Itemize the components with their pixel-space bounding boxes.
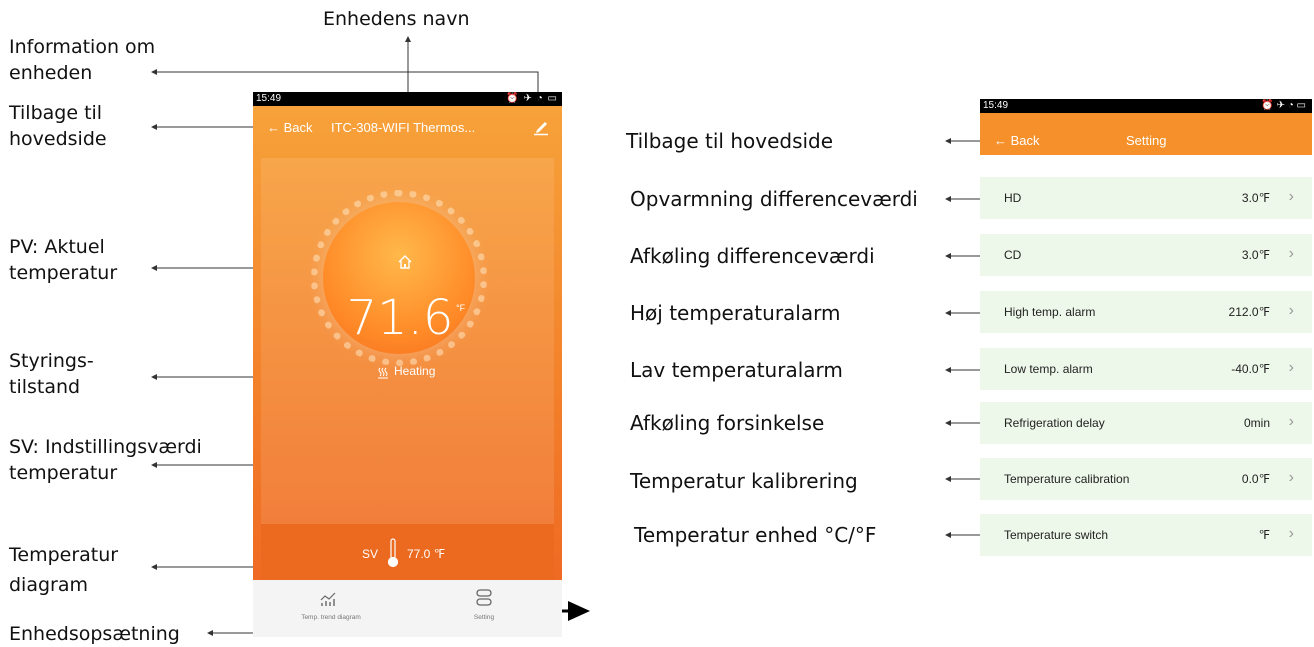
settings-title: Setting <box>1126 133 1167 148</box>
setting-row-refrigeration-delay[interactable]: Refrigeration delay 0min › <box>980 402 1312 444</box>
chevron-right-icon: › <box>1288 525 1294 542</box>
control-mode-label: Heating <box>394 364 436 378</box>
callout-unit: Temperatur enhed °C/°F <box>634 523 877 547</box>
back-button[interactable]: ← Back <box>267 120 313 135</box>
home-icon <box>398 255 412 269</box>
setting-row-cd[interactable]: CD 3.0℉ › <box>980 234 1312 276</box>
callout-low-alarm: Lav temperaturalarm <box>630 358 843 382</box>
setting-row-calibration[interactable]: Temperature calibration 0.0℉ › <box>980 458 1312 500</box>
status-bar: 15:49 ⏰ ✈ ◔ ▭ <box>980 99 1312 113</box>
callout-calibration: Temperatur kalibrering <box>630 469 858 493</box>
callout-back-home-right: Tilbage til hovedside <box>626 129 834 153</box>
edit-icon[interactable] <box>532 118 550 136</box>
settings-header: ← Back Setting <box>980 113 1312 155</box>
callout-temp-diagram: Temperatur diagram <box>9 544 119 596</box>
callout-heating-diff: Opvarmning differenceværdi <box>630 187 918 211</box>
status-time: 15:49 <box>256 93 282 104</box>
sv-label: SV <box>362 547 379 561</box>
setting-label: HD <box>1004 191 1022 205</box>
thermostat-main-screen: 15:49 ⏰ ✈ ◔ ▭ ← Back ITC-308-WIFI Thermo… <box>253 92 562 637</box>
setting-row-high-alarm[interactable]: High temp. alarm 212.0℉ › <box>980 291 1312 333</box>
callout-cooling-diff: Afkøling differenceværdi <box>630 244 875 268</box>
settings-icon[interactable] <box>476 588 492 608</box>
setting-label: CD <box>1004 248 1022 262</box>
temperature-unit: °F <box>456 303 466 313</box>
setting-label: Temperature switch <box>1004 528 1109 542</box>
setting-label: Temperature calibration <box>1004 472 1130 486</box>
back-button[interactable]: ← Back <box>994 133 1040 148</box>
callout-back-home: Tilbage til hovedside <box>9 102 107 150</box>
chevron-right-icon: › <box>1288 469 1294 486</box>
setting-row-temperature-switch[interactable]: Temperature switch ℉ › <box>980 514 1312 556</box>
setting-value: -40.0℉ <box>1231 362 1270 376</box>
callout-sv: SV: Indstillingsværdi temperatur <box>9 436 202 484</box>
app-header: ← Back ITC-308-WIFI Thermos... <box>253 106 562 150</box>
trend-chart-icon[interactable] <box>319 590 337 608</box>
setpoint-value: 77.0 ℉ <box>407 547 446 561</box>
callout-control-state: Styrings- tilstand <box>9 350 94 398</box>
setting-label: High temp. alarm <box>1004 305 1096 319</box>
callout-device-name: Enhedens navn <box>323 8 470 30</box>
chevron-right-icon: › <box>1288 359 1294 376</box>
setting-value: ℉ <box>1258 528 1270 542</box>
callout-device-info: Information om enheden <box>9 36 156 84</box>
setpoint-bar[interactable]: SV 77.0 ℉ <box>261 524 554 580</box>
callout-device-setup: Enhedsopsætning <box>9 623 180 645</box>
thermostat-panel: ← Back ITC-308-WIFI Thermos... 71.6 °F H… <box>253 106 562 580</box>
tab-setting[interactable]: Setting <box>454 614 514 621</box>
setting-row-low-alarm[interactable]: Low temp. alarm -40.0℉ › <box>980 348 1312 390</box>
thermometer-icon <box>387 538 399 568</box>
setting-value: 0min <box>1243 416 1270 430</box>
setting-value: 212.0℉ <box>1228 305 1270 319</box>
chevron-right-icon: › <box>1288 413 1294 430</box>
status-icons: ⏰ ✈ ◔ ▭ <box>1261 100 1306 111</box>
device-title: ITC-308-WIFI Thermos... <box>331 120 476 135</box>
chevron-right-icon: › <box>1288 302 1294 319</box>
chevron-right-icon: › <box>1288 245 1294 262</box>
setting-label: Refrigeration delay <box>1004 416 1105 430</box>
callout-cooling-delay: Afkøling forsinkelse <box>630 411 825 435</box>
setting-row-hd[interactable]: HD 3.0℉ › <box>980 177 1312 219</box>
callout-high-alarm: Høj temperaturalarm <box>630 301 841 325</box>
setting-value: 3.0℉ <box>1241 248 1270 262</box>
settings-screen: 15:49 ⏰ ✈ ◔ ▭ ← Back Setting HD 3.0℉ › C… <box>980 99 1312 569</box>
chevron-right-icon: › <box>1288 188 1294 205</box>
setting-value: 0.0℉ <box>1241 472 1270 486</box>
status-bar: 15:49 ⏰ ✈ ◔ ▭ <box>253 92 562 106</box>
bottom-tab-bar: Temp. trend diagram Setting <box>253 580 562 637</box>
tab-trend-diagram[interactable]: Temp. trend diagram <box>281 614 381 621</box>
setting-label: Low temp. alarm <box>1004 362 1093 376</box>
status-time: 15:49 <box>983 100 1009 111</box>
status-icons: ⏰ ✈ ◔ ▭ <box>506 93 558 104</box>
callout-pv: PV: Aktuel temperatur <box>9 236 118 284</box>
setting-value: 3.0℉ <box>1241 191 1270 205</box>
current-temperature: 71.6 <box>346 290 454 346</box>
heating-icon <box>378 367 388 379</box>
